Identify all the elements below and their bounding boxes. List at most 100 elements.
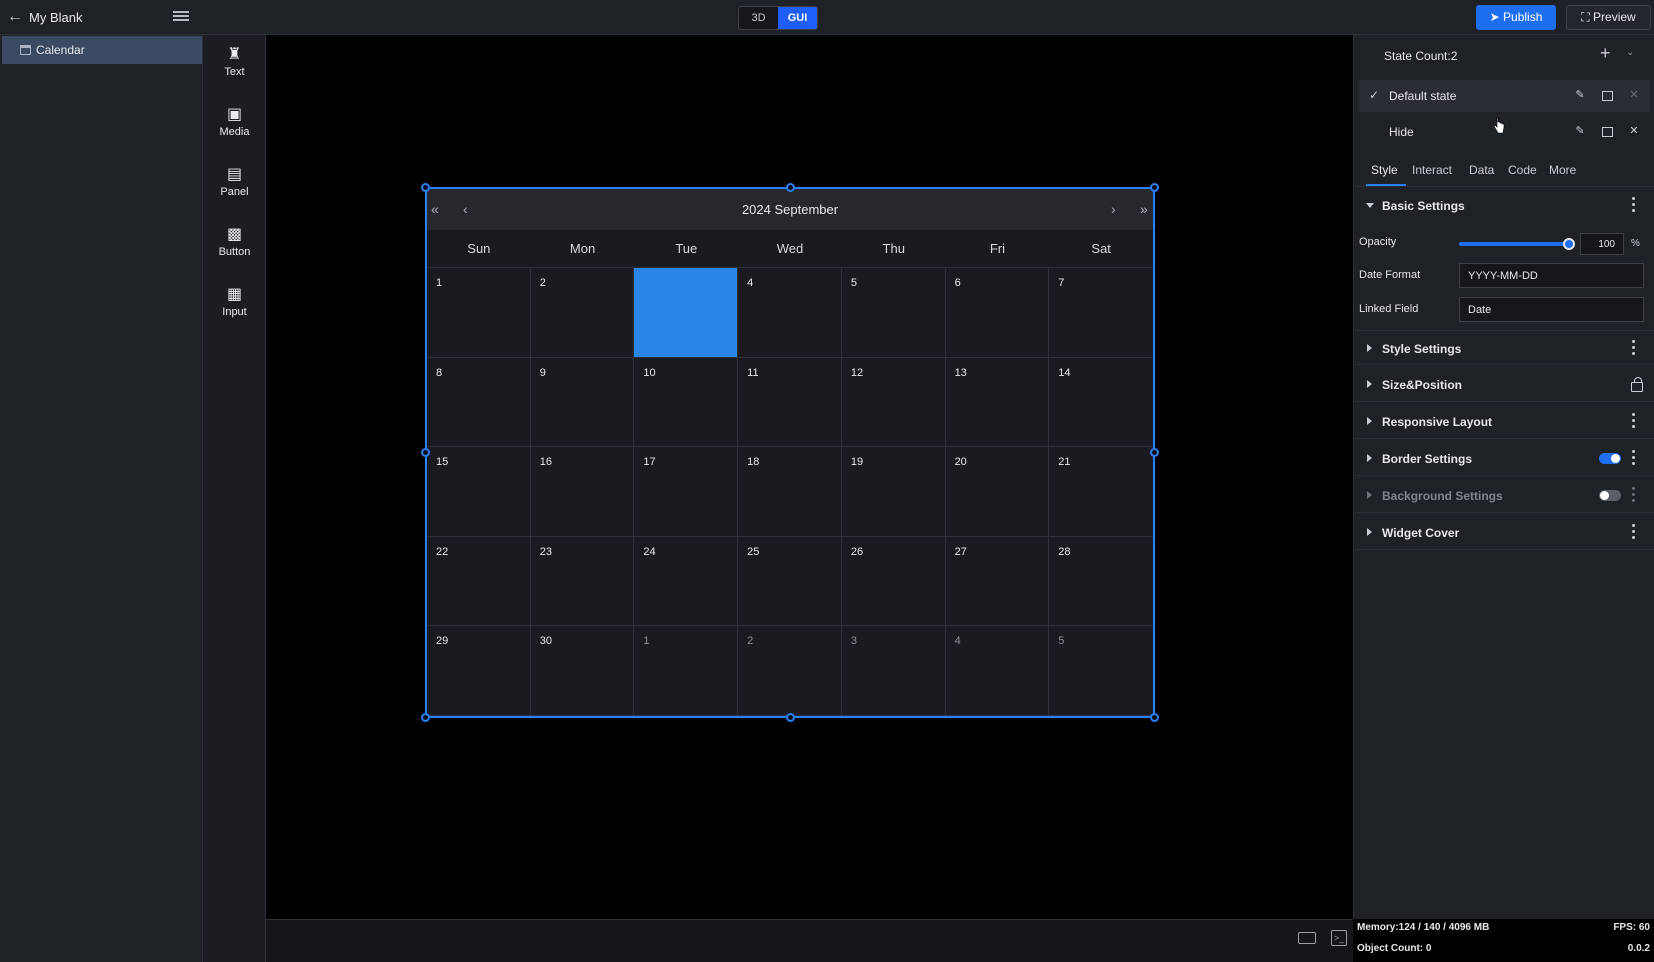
resize-handle-left[interactable] [421, 448, 430, 457]
copy-icon[interactable] [1600, 88, 1614, 102]
section-border-settings[interactable]: Border Settings [1354, 441, 1654, 476]
background-settings-toggle[interactable] [1599, 490, 1621, 501]
calendar-header: « ‹ 2024 September › » [427, 189, 1153, 230]
calendar-day-cell[interactable]: 29 [427, 626, 531, 716]
calendar-day-cell[interactable]: 10 [634, 357, 739, 448]
calendar-day-cell[interactable]: 21 [1049, 447, 1153, 537]
publish-button[interactable]: ➤ Publish [1476, 5, 1556, 30]
close-icon[interactable]: ✕ [1627, 88, 1641, 102]
section-widget-cover[interactable]: Widget Cover [1354, 515, 1654, 550]
calendar-day-cell[interactable]: 6 [945, 268, 1050, 358]
calendar-day-number: 5 [1058, 635, 1065, 648]
calendar-day-cell[interactable]: 17 [634, 447, 739, 537]
calendar-day-cell[interactable] [634, 268, 739, 358]
calendar-day-cell[interactable]: 15 [427, 447, 531, 537]
next-year-icon[interactable]: » [1140, 201, 1148, 217]
calendar-day-cell[interactable]: 7 [1049, 268, 1153, 358]
tab-more[interactable]: More [1549, 163, 1576, 177]
mode-gui-button[interactable]: GUI [778, 7, 817, 29]
calendar-day-cell[interactable]: 12 [841, 357, 946, 448]
calendar-day-number: 22 [436, 545, 449, 558]
lock-icon[interactable] [1631, 377, 1643, 392]
palette-item-media[interactable]: ▣ Media [203, 107, 266, 157]
calendar-day-cell[interactable]: 18 [738, 447, 842, 537]
section-basic-settings[interactable]: Basic Settings [1354, 188, 1654, 223]
calendar-day-cell[interactable]: 16 [530, 447, 635, 537]
tree-item-calendar[interactable]: Calendar [2, 36, 202, 64]
palette-item-button[interactable]: ▩ Button [203, 227, 266, 277]
kebab-menu-icon[interactable] [1632, 197, 1636, 213]
calendar-day-cell[interactable]: 4 [945, 626, 1050, 716]
kebab-menu-icon[interactable] [1632, 487, 1636, 503]
opacity-slider[interactable] [1459, 238, 1575, 250]
calendar-day-cell[interactable]: 5 [1049, 626, 1153, 716]
palette-item-input[interactable]: ▦ Input [203, 287, 266, 337]
calendar-day-cell[interactable]: 30 [530, 626, 635, 716]
calendar-day-cell[interactable]: 2 [530, 268, 635, 358]
resize-handle-bottom-left[interactable] [421, 713, 430, 722]
calendar-day-cell[interactable]: 1 [634, 626, 739, 716]
chevron-down-icon[interactable]: ⌄ [1626, 47, 1634, 58]
calendar-day-cell[interactable]: 5 [841, 268, 946, 358]
kebab-menu-icon[interactable] [1632, 413, 1636, 429]
calendar-day-cell[interactable]: 23 [530, 536, 635, 627]
calendar-day-cell[interactable]: 19 [841, 447, 946, 537]
add-state-icon[interactable]: + [1600, 44, 1611, 62]
opacity-input[interactable] [1580, 233, 1624, 255]
next-month-icon[interactable]: › [1111, 201, 1116, 217]
calendar-day-number: 17 [643, 456, 656, 469]
calendar-day-cell[interactable]: 11 [738, 357, 842, 448]
calendar-day-cell[interactable]: 4 [738, 268, 842, 358]
section-style-settings[interactable]: Style Settings [1354, 330, 1654, 365]
edit-icon[interactable]: ✎ [1573, 124, 1587, 138]
calendar-day-cell[interactable]: 2 [738, 626, 842, 716]
kebab-menu-icon[interactable] [1632, 524, 1636, 540]
resize-handle-bottom-right[interactable] [1150, 713, 1159, 722]
copy-icon[interactable] [1600, 124, 1614, 138]
calendar-day-cell[interactable]: 28 [1049, 537, 1153, 627]
calendar-day-cell[interactable]: 8 [427, 357, 531, 448]
hamburger-menu-icon[interactable] [173, 9, 189, 25]
terminal-icon[interactable]: >_ [1331, 930, 1347, 946]
mode-3d-button[interactable]: 3D [739, 7, 778, 29]
calendar-day-cell[interactable]: 24 [634, 536, 739, 627]
calendar-day-cell[interactable]: 9 [530, 357, 635, 448]
resize-handle-top-right[interactable] [1150, 183, 1159, 192]
calendar-widget[interactable]: « ‹ 2024 September › » Sun Mon Tue Wed T… [425, 187, 1155, 718]
date-format-input[interactable] [1459, 263, 1644, 288]
palette-item-panel[interactable]: ▤ Panel [203, 167, 266, 217]
back-arrow-icon[interactable]: ← [6, 8, 24, 26]
border-settings-toggle[interactable] [1599, 453, 1621, 464]
calendar-day-cell[interactable]: 3 [841, 626, 946, 716]
calendar-day-cell[interactable]: 20 [945, 447, 1050, 537]
linked-field-input[interactable] [1459, 297, 1644, 322]
edit-icon[interactable]: ✎ [1573, 88, 1587, 102]
resize-handle-bottom[interactable] [786, 713, 795, 722]
resize-handle-top[interactable] [786, 183, 795, 192]
calendar-day-cell[interactable]: 13 [945, 357, 1050, 448]
tab-style[interactable]: Style [1371, 163, 1398, 177]
section-background-settings[interactable]: Background Settings [1354, 478, 1654, 513]
calendar-day-cell[interactable]: 26 [841, 536, 946, 627]
resize-handle-top-left[interactable] [421, 183, 430, 192]
kebab-menu-icon[interactable] [1632, 340, 1636, 356]
calendar-day-cell[interactable]: 1 [427, 268, 531, 358]
preview-button[interactable]: ⛶ Preview [1566, 5, 1651, 30]
tab-data[interactable]: Data [1469, 163, 1494, 177]
palette-item-text[interactable]: ♜ Text [203, 47, 266, 97]
tab-code[interactable]: Code [1508, 163, 1537, 177]
keyboard-icon[interactable] [1298, 932, 1316, 944]
calendar-day-cell[interactable]: 22 [427, 536, 531, 627]
calendar-day-cell[interactable]: 27 [945, 536, 1050, 627]
close-icon[interactable]: ✕ [1627, 124, 1641, 138]
state-row-default[interactable]: ✓ Default state ✎ ✕ [1359, 80, 1650, 112]
kebab-menu-icon[interactable] [1632, 450, 1636, 466]
opacity-slider-thumb[interactable] [1563, 238, 1575, 250]
object-count-readout: Object Count: 0 [1357, 943, 1432, 954]
tab-interact[interactable]: Interact [1412, 163, 1452, 177]
calendar-day-cell[interactable]: 14 [1049, 358, 1153, 448]
section-size-position[interactable]: Size&Position [1354, 367, 1654, 402]
calendar-day-cell[interactable]: 25 [738, 536, 842, 627]
section-responsive-layout[interactable]: Responsive Layout [1354, 404, 1654, 439]
resize-handle-right[interactable] [1150, 448, 1159, 457]
